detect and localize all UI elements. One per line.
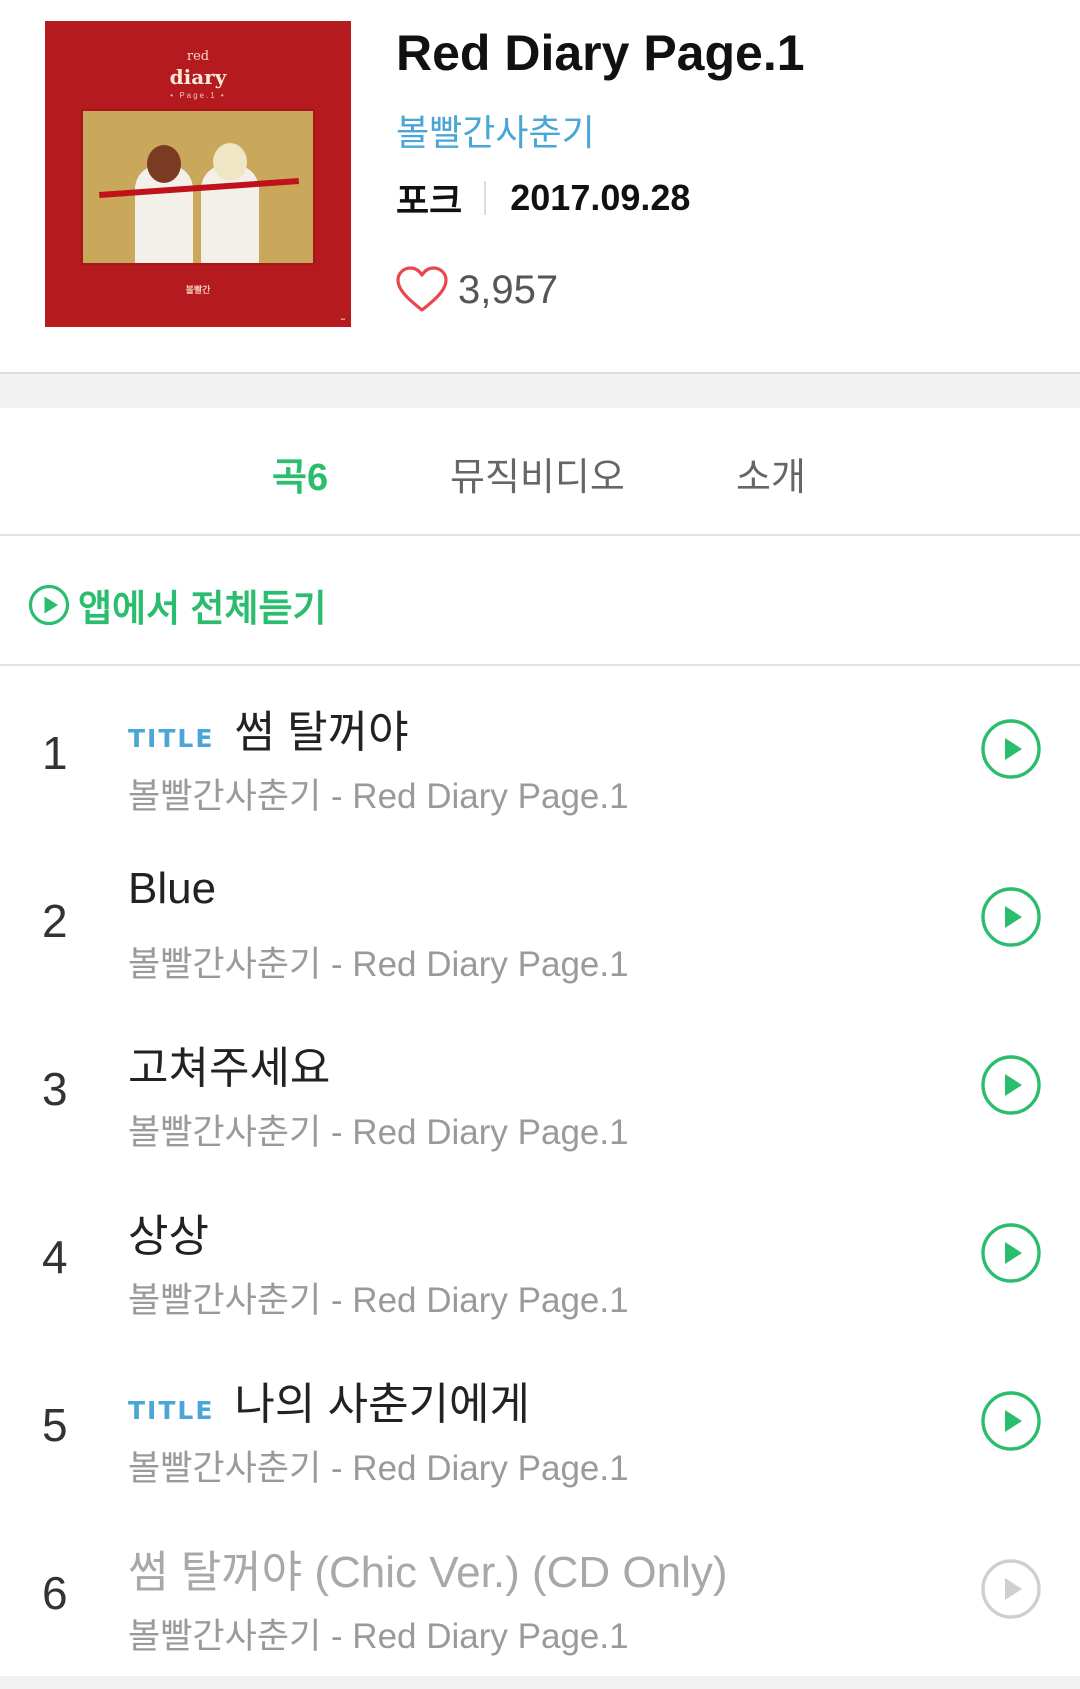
like-count: 3,957 [458, 267, 559, 312]
play-button-icon[interactable] [980, 718, 1042, 780]
track-row[interactable]: 6 썸 탈꺼야 (Chic Ver.) (CD Only) 볼빨간사춘기 - Red… [0, 1506, 1080, 1674]
bottom-edge [0, 1676, 1080, 1689]
title-track-badge: TITLE [128, 1396, 215, 1425]
artist-link[interactable]: 볼빨간사춘기 [396, 104, 595, 156]
track-title: 나의 사춘기에게 [234, 1380, 531, 1429]
album-release-date: 2017.09.28 [510, 177, 691, 218]
track-artist-album: 볼빨간사춘기 - Red Diary Page.1 [128, 777, 629, 816]
play-all-in-app-button[interactable]: 앱에서 전체듣기 [28, 578, 327, 632]
album-title: Red Diary Page.1 [396, 25, 805, 81]
play-button-disabled-icon [981, 1559, 1041, 1619]
track-row[interactable]: 1 TITLE 썸 탈꺼야볼빨간사춘기 - Red Diary Page.1 [0, 666, 1080, 834]
track-artist-album: 볼빨간사춘기 - Red Diary Page.1 [128, 1113, 629, 1152]
section-gap [0, 372, 1080, 408]
track-row[interactable]: 2 Blue 볼빨간사춘기 - Red Diary Page.1 [0, 834, 1080, 1002]
album-meta: 포크 2017.09.28 [396, 172, 690, 224]
tab-songs[interactable]: 곡6 [272, 446, 328, 501]
track-title-line: 썸 탈꺼야 (Chic Ver.) (CD Only) [128, 1536, 728, 1600]
track-row[interactable]: 4 상상볼빨간사춘기 - Red Diary Page.1 [0, 1170, 1080, 1338]
tab-bar: 곡6 뮤직비디오 소개 [0, 408, 1080, 536]
track-number: 1 [42, 727, 68, 779]
tab-intro[interactable]: 소개 [736, 446, 806, 501]
track-title: Blue [128, 864, 217, 913]
play-all-label: 앱에서 전체듣기 [78, 588, 327, 629]
track-title-line: TITLE 나의 사춘기에게 [128, 1368, 530, 1432]
track-artist-album: 볼빨간사춘기 - Red Diary Page.1 [128, 1281, 629, 1320]
album-header: red diary • Page.1 • 볼빨간 ▪▪ Red Diary Pa… [0, 0, 1080, 372]
track-number: 2 [42, 895, 68, 947]
track-title: 썸 탈꺼야 (Chic Ver.) (CD Only) [128, 1548, 728, 1597]
track-title-line: 고쳐주세요 [128, 1032, 330, 1096]
meta-divider [484, 181, 487, 215]
play-circle-icon [28, 584, 70, 626]
album-genre: 포크 [396, 180, 463, 221]
track-title-line: 상상 [128, 1200, 209, 1264]
play-button-icon[interactable] [980, 1222, 1042, 1284]
track-number: 4 [42, 1231, 68, 1283]
heart-icon [396, 266, 448, 312]
like-button[interactable]: 3,957 [396, 266, 558, 314]
track-title: 썸 탈꺼야 [234, 708, 409, 757]
play-button-icon[interactable] [980, 1054, 1042, 1116]
track-artist-album: 볼빨간사춘기 - Red Diary Page.1 [128, 1449, 629, 1488]
track-title-line: Blue [128, 864, 216, 914]
track-row[interactable]: 5 TITLE 나의 사춘기에게볼빨간사춘기 - Red Diary Page.1 [0, 1338, 1080, 1506]
play-button-icon[interactable] [980, 886, 1042, 948]
album-cover-photo [81, 109, 315, 265]
track-number: 5 [42, 1399, 68, 1451]
album-cover[interactable]: red diary • Page.1 • 볼빨간 ▪▪ [45, 21, 351, 327]
track-title-line: TITLE 썸 탈꺼야 [128, 696, 409, 760]
track-number: 3 [42, 1063, 68, 1115]
play-button-icon[interactable] [980, 1390, 1042, 1452]
tab-music-videos[interactable]: 뮤직비디오 [450, 446, 625, 501]
track-title: 고쳐주세요 [128, 1044, 331, 1093]
track-row[interactable]: 3 고쳐주세요볼빨간사춘기 - Red Diary Page.1 [0, 1002, 1080, 1170]
track-number: 6 [42, 1567, 68, 1619]
track-artist-album: 볼빨간사춘기 - Red Diary Page.1 [128, 1617, 629, 1656]
track-artist-album: 볼빨간사춘기 - Red Diary Page.1 [128, 945, 629, 984]
track-title: 상상 [128, 1212, 209, 1261]
title-track-badge: TITLE [128, 724, 215, 753]
